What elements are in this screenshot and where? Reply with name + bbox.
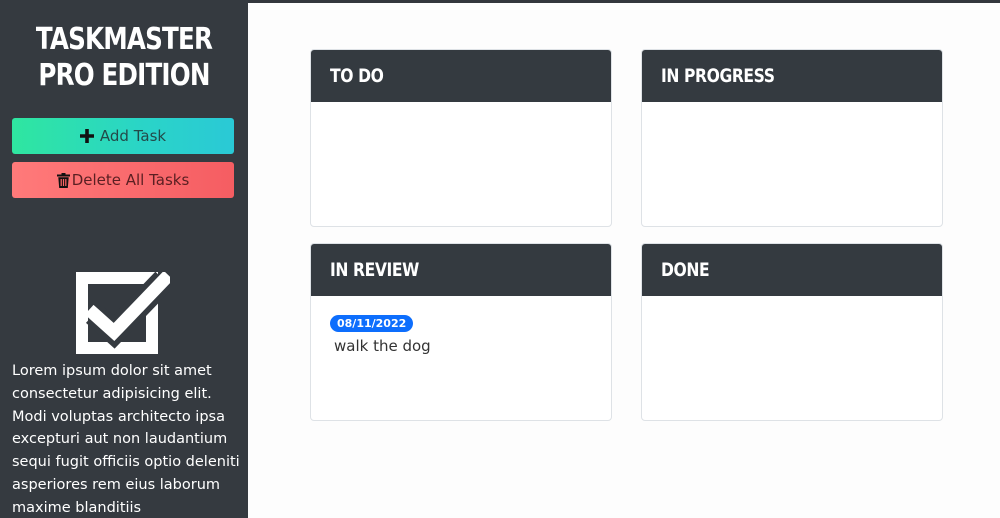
column-header: TO DO [311, 50, 611, 102]
add-task-label: Add Task [99, 127, 167, 145]
task-text: walk the dog [334, 337, 431, 355]
app-title-line-2: PRO EDITION [38, 58, 210, 93]
column-title: DONE [661, 259, 710, 281]
app-title: TASKMASTER PRO EDITION [22, 22, 225, 94]
column-title: TO DO [330, 65, 384, 87]
column-in-review: IN REVIEW 08/11/2022 walk the dog [310, 243, 612, 421]
trash-icon [56, 172, 70, 188]
column-done: DONE [641, 243, 943, 421]
delete-all-tasks-label: Delete All Tasks [71, 171, 190, 189]
column-title: IN REVIEW [330, 259, 419, 281]
column-in-progress: IN PROGRESS [641, 49, 943, 227]
task-card[interactable]: 08/11/2022 walk the dog [330, 314, 431, 355]
column-header: IN REVIEW [311, 244, 611, 296]
about-text: Lorem ipsum dolor sit amet consectetur a… [12, 363, 240, 516]
plus-icon [79, 129, 94, 143]
checkbox-check-icon [76, 270, 174, 354]
column-dropzone[interactable] [311, 102, 611, 226]
column-title: IN PROGRESS [661, 65, 775, 87]
column-header: IN PROGRESS [642, 50, 942, 102]
sidebar: TASKMASTER PRO EDITION Add Task Delete A… [0, 0, 248, 518]
column-header: DONE [642, 244, 942, 296]
task-board: TO DO IN PROGRESS IN REVIEW 08/11/2022 w… [249, 3, 1000, 518]
column-dropzone[interactable] [642, 102, 942, 226]
app-title-line-1: TASKMASTER [35, 22, 213, 57]
column-dropzone[interactable]: 08/11/2022 walk the dog [311, 296, 611, 420]
task-date-badge: 08/11/2022 [330, 315, 414, 332]
add-task-button[interactable]: Add Task [12, 118, 234, 154]
column-dropzone[interactable] [642, 296, 942, 420]
delete-all-tasks-button[interactable]: Delete All Tasks [12, 162, 234, 198]
column-todo: TO DO [310, 49, 612, 227]
